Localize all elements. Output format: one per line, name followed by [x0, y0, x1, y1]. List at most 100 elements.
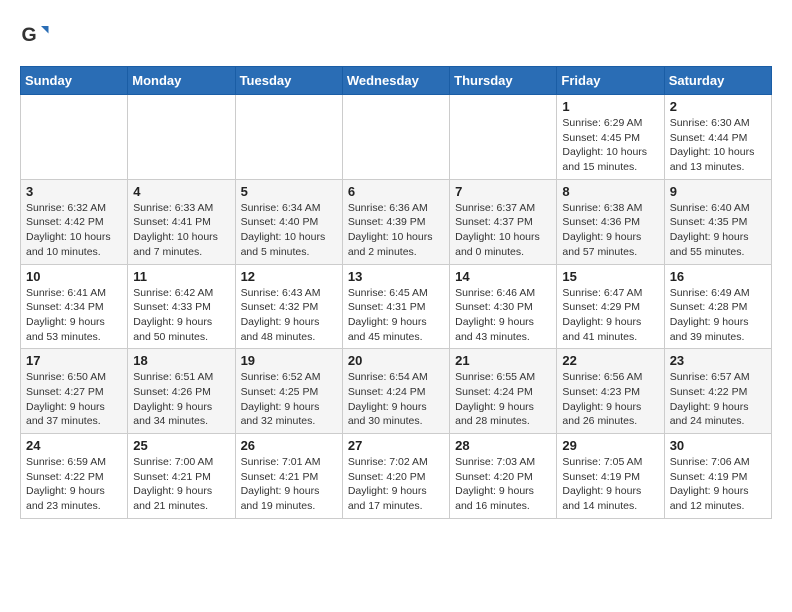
col-header-sunday: Sunday: [21, 67, 128, 95]
calendar-cell: 28Sunrise: 7:03 AMSunset: 4:20 PMDayligh…: [450, 434, 557, 519]
day-number: 7: [455, 184, 551, 199]
calendar-cell: 19 Sunrise: 6:52 AMSunset: 4:25 PMDayligh…: [235, 349, 342, 434]
calendar-cell: 5Sunrise: 6:34 AMSunset: 4:40 PMDaylight…: [235, 179, 342, 264]
day-number: 3: [26, 184, 122, 199]
calendar-cell: 30 Sunrise: 7:06 AMSunset: 4:19 PMDayligh…: [664, 434, 771, 519]
calendar-table: SundayMondayTuesdayWednesdayThursdayFrid…: [20, 66, 772, 519]
calendar-cell: [128, 95, 235, 180]
calendar-cell: 3 Sunrise: 6:32 AMSunset: 4:42 PMDaylight…: [21, 179, 128, 264]
col-header-thursday: Thursday: [450, 67, 557, 95]
day-number: 30: [670, 438, 766, 453]
calendar-cell: 15Sunrise: 6:47 AMSunset: 4:29 PMDayligh…: [557, 264, 664, 349]
col-header-wednesday: Wednesday: [342, 67, 449, 95]
day-number: 19: [241, 353, 337, 368]
day-info: Sunrise: 6:42 AMSunset: 4:33 PMDaylight:…: [133, 286, 229, 345]
calendar-cell: 22 Sunrise: 6:56 AMSunset: 4:23 PMDayligh…: [557, 349, 664, 434]
day-info: Sunrise: 6:56 AMSunset: 4:23 PMDaylight:…: [562, 370, 658, 429]
calendar-week-1: 1 Sunrise: 6:29 AMSunset: 4:45 PMDaylight…: [21, 95, 772, 180]
calendar-cell: 27 Sunrise: 7:02 AMSunset: 4:20 PMDayligh…: [342, 434, 449, 519]
calendar-week-2: 3 Sunrise: 6:32 AMSunset: 4:42 PMDaylight…: [21, 179, 772, 264]
calendar-cell: 17 Sunrise: 6:50 AMSunset: 4:27 PMDayligh…: [21, 349, 128, 434]
svg-text:G: G: [22, 24, 37, 46]
page-header: G: [20, 20, 772, 50]
day-number: 6: [348, 184, 444, 199]
header-row: SundayMondayTuesdayWednesdayThursdayFrid…: [21, 67, 772, 95]
day-info: Sunrise: 6:49 AMSunset: 4:28 PMDaylight:…: [670, 286, 766, 345]
day-info: Sunrise: 7:03 AMSunset: 4:20 PMDaylight:…: [455, 455, 551, 514]
day-number: 25: [133, 438, 229, 453]
calendar-cell: 20Sunrise: 6:54 AMSunset: 4:24 PMDayligh…: [342, 349, 449, 434]
day-number: 16: [670, 269, 766, 284]
calendar-week-5: 24 Sunrise: 6:59 AMSunset: 4:22 PMDayligh…: [21, 434, 772, 519]
calendar-cell: 10 Sunrise: 6:41 AMSunset: 4:34 PMDayligh…: [21, 264, 128, 349]
calendar-cell: 9Sunrise: 6:40 AMSunset: 4:35 PMDaylight…: [664, 179, 771, 264]
day-number: 23: [670, 353, 766, 368]
day-info: Sunrise: 6:38 AMSunset: 4:36 PMDaylight:…: [562, 201, 658, 260]
day-info: Sunrise: 7:01 AMSunset: 4:21 PMDaylight:…: [241, 455, 337, 514]
calendar-cell: 16 Sunrise: 6:49 AMSunset: 4:28 PMDayligh…: [664, 264, 771, 349]
calendar-cell: 11 Sunrise: 6:42 AMSunset: 4:33 PMDayligh…: [128, 264, 235, 349]
col-header-friday: Friday: [557, 67, 664, 95]
calendar-cell: 25 Sunrise: 7:00 AMSunset: 4:21 PMDayligh…: [128, 434, 235, 519]
day-info: Sunrise: 6:30 AMSunset: 4:44 PMDaylight:…: [670, 116, 766, 175]
day-info: Sunrise: 6:37 AMSunset: 4:37 PMDaylight:…: [455, 201, 551, 260]
col-header-tuesday: Tuesday: [235, 67, 342, 95]
calendar-cell: 2 Sunrise: 6:30 AMSunset: 4:44 PMDaylight…: [664, 95, 771, 180]
day-info: Sunrise: 6:51 AMSunset: 4:26 PMDaylight:…: [133, 370, 229, 429]
day-number: 21: [455, 353, 551, 368]
calendar-cell: 7 Sunrise: 6:37 AMSunset: 4:37 PMDaylight…: [450, 179, 557, 264]
calendar-cell: [342, 95, 449, 180]
day-info: Sunrise: 6:43 AMSunset: 4:32 PMDaylight:…: [241, 286, 337, 345]
day-info: Sunrise: 6:36 AMSunset: 4:39 PMDaylight:…: [348, 201, 444, 260]
day-number: 14: [455, 269, 551, 284]
day-info: Sunrise: 7:06 AMSunset: 4:19 PMDaylight:…: [670, 455, 766, 514]
day-info: Sunrise: 7:00 AMSunset: 4:21 PMDaylight:…: [133, 455, 229, 514]
calendar-cell: 18Sunrise: 6:51 AMSunset: 4:26 PMDayligh…: [128, 349, 235, 434]
calendar-cell: [235, 95, 342, 180]
day-info: Sunrise: 6:32 AMSunset: 4:42 PMDaylight:…: [26, 201, 122, 260]
logo: G: [20, 20, 54, 50]
day-number: 24: [26, 438, 122, 453]
day-number: 11: [133, 269, 229, 284]
col-header-monday: Monday: [128, 67, 235, 95]
calendar-cell: 24 Sunrise: 6:59 AMSunset: 4:22 PMDayligh…: [21, 434, 128, 519]
day-number: 2: [670, 99, 766, 114]
calendar-cell: 8 Sunrise: 6:38 AMSunset: 4:36 PMDaylight…: [557, 179, 664, 264]
day-info: Sunrise: 6:29 AMSunset: 4:45 PMDaylight:…: [562, 116, 658, 175]
day-number: 27: [348, 438, 444, 453]
day-info: Sunrise: 6:40 AMSunset: 4:35 PMDaylight:…: [670, 201, 766, 260]
day-number: 22: [562, 353, 658, 368]
day-number: 1: [562, 99, 658, 114]
day-info: Sunrise: 6:46 AMSunset: 4:30 PMDaylight:…: [455, 286, 551, 345]
day-info: Sunrise: 6:55 AMSunset: 4:24 PMDaylight:…: [455, 370, 551, 429]
calendar-cell: 21 Sunrise: 6:55 AMSunset: 4:24 PMDayligh…: [450, 349, 557, 434]
day-number: 13: [348, 269, 444, 284]
day-number: 10: [26, 269, 122, 284]
day-number: 4: [133, 184, 229, 199]
calendar-week-4: 17 Sunrise: 6:50 AMSunset: 4:27 PMDayligh…: [21, 349, 772, 434]
day-number: 5: [241, 184, 337, 199]
day-info: Sunrise: 6:54 AMSunset: 4:24 PMDaylight:…: [348, 370, 444, 429]
calendar-cell: 12 Sunrise: 6:43 AMSunset: 4:32 PMDayligh…: [235, 264, 342, 349]
day-info: Sunrise: 6:41 AMSunset: 4:34 PMDaylight:…: [26, 286, 122, 345]
calendar-cell: [450, 95, 557, 180]
day-info: Sunrise: 6:59 AMSunset: 4:22 PMDaylight:…: [26, 455, 122, 514]
day-info: Sunrise: 6:47 AMSunset: 4:29 PMDaylight:…: [562, 286, 658, 345]
day-number: 17: [26, 353, 122, 368]
day-info: Sunrise: 7:02 AMSunset: 4:20 PMDaylight:…: [348, 455, 444, 514]
calendar-cell: 14 Sunrise: 6:46 AMSunset: 4:30 PMDayligh…: [450, 264, 557, 349]
col-header-saturday: Saturday: [664, 67, 771, 95]
calendar-cell: 26 Sunrise: 7:01 AMSunset: 4:21 PMDayligh…: [235, 434, 342, 519]
day-number: 8: [562, 184, 658, 199]
day-info: Sunrise: 6:57 AMSunset: 4:22 PMDaylight:…: [670, 370, 766, 429]
calendar-cell: 4Sunrise: 6:33 AMSunset: 4:41 PMDaylight…: [128, 179, 235, 264]
day-number: 26: [241, 438, 337, 453]
day-info: Sunrise: 7:05 AMSunset: 4:19 PMDaylight:…: [562, 455, 658, 514]
calendar-cell: [21, 95, 128, 180]
day-info: Sunrise: 6:50 AMSunset: 4:27 PMDaylight:…: [26, 370, 122, 429]
day-number: 12: [241, 269, 337, 284]
day-info: Sunrise: 6:52 AMSunset: 4:25 PMDaylight:…: [241, 370, 337, 429]
day-number: 29: [562, 438, 658, 453]
calendar-cell: 23 Sunrise: 6:57 AMSunset: 4:22 PMDayligh…: [664, 349, 771, 434]
calendar-cell: 29 Sunrise: 7:05 AMSunset: 4:19 PMDayligh…: [557, 434, 664, 519]
